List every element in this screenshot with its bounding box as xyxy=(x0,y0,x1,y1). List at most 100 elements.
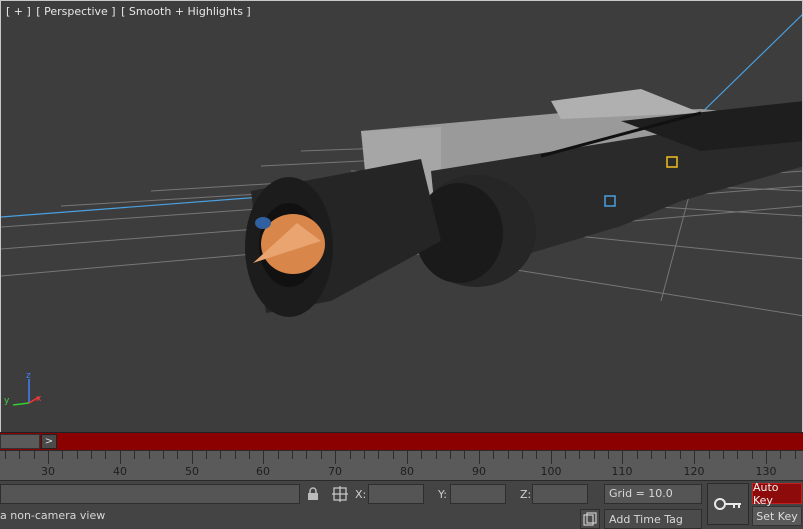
time-tag-icon[interactable] xyxy=(580,509,600,529)
ruler-tick xyxy=(551,451,552,464)
ruler-tick xyxy=(421,451,422,459)
ruler-tick xyxy=(163,451,164,459)
axis-y-label: y xyxy=(4,396,10,406)
absolute-relative-toggle-icon[interactable] xyxy=(330,485,350,503)
add-time-tag-button[interactable]: Add Time Tag xyxy=(604,509,702,529)
ruler-tick xyxy=(120,451,121,464)
ruler-tick xyxy=(34,451,35,459)
ruler-tick xyxy=(622,451,623,464)
axis-tripod: z x y xyxy=(4,371,42,406)
viewport-label: [ + ] [ Perspective ] [ Smooth + Highlig… xyxy=(6,5,253,18)
ruler-tick xyxy=(192,451,193,464)
ruler-tick xyxy=(5,451,6,459)
ruler-tick xyxy=(62,451,63,459)
z-coord-field[interactable] xyxy=(532,484,588,504)
ruler-tick xyxy=(522,451,523,459)
ruler-tick xyxy=(306,451,307,459)
ruler-tick xyxy=(694,451,695,464)
y-coord-label: Y: xyxy=(438,488,447,501)
x-coord-label: X: xyxy=(355,488,367,501)
ruler-tick xyxy=(292,451,293,459)
selection-lock-icon[interactable] xyxy=(304,485,322,503)
viewport-view-menu[interactable]: [ Perspective ] xyxy=(36,5,115,18)
viewport-shading-menu[interactable]: [ Smooth + Highlights ] xyxy=(121,5,251,18)
ruler-tick xyxy=(795,451,796,459)
ruler-tick xyxy=(321,451,322,459)
ruler-tick xyxy=(378,451,379,459)
viewport-plus-menu[interactable]: [ + ] xyxy=(6,5,31,18)
ruler-tick xyxy=(594,451,595,459)
ruler-tick xyxy=(278,451,279,459)
ruler-tick xyxy=(651,451,652,459)
auto-key-button[interactable]: Auto Key xyxy=(752,481,802,507)
ruler-tick xyxy=(680,451,681,459)
status-prompt: a non-camera view xyxy=(0,509,106,522)
ruler-tick xyxy=(335,451,336,464)
y-coord-field[interactable] xyxy=(450,484,506,504)
maxscript-listener-field[interactable] xyxy=(0,484,300,504)
ruler-tick xyxy=(565,451,566,459)
ruler-tick xyxy=(350,451,351,459)
ruler-tick xyxy=(637,451,638,459)
ruler-tick xyxy=(737,451,738,459)
key-icon xyxy=(714,498,741,510)
ruler-tick xyxy=(493,451,494,459)
perspective-viewport[interactable]: z x y [ + ] [ Perspective ] [ Smooth + H… xyxy=(0,0,803,432)
ruler-tick xyxy=(105,451,106,459)
ruler-label: 50 xyxy=(185,465,199,478)
ruler-tick xyxy=(19,451,20,459)
ruler-tick xyxy=(752,451,753,459)
ruler-label: 60 xyxy=(256,465,270,478)
grid-size-display: Grid = 10.0 xyxy=(604,484,702,504)
status-bar: X: Y: Z: Grid = 10.0 Auto Key Set Key a … xyxy=(0,480,803,529)
ruler-label: 100 xyxy=(540,465,562,478)
ruler-tick xyxy=(464,451,465,459)
ruler-tick xyxy=(579,451,580,459)
time-slider-thumb[interactable] xyxy=(0,434,40,449)
set-key-button[interactable]: Set Key xyxy=(752,506,802,526)
ruler-tick xyxy=(77,451,78,459)
axis-x-label: x xyxy=(36,394,42,404)
ruler-label: 120 xyxy=(683,465,705,478)
z-coord-label: Z: xyxy=(520,488,532,501)
ruler-tick xyxy=(91,451,92,459)
ruler-tick xyxy=(608,451,609,459)
ruler-tick xyxy=(536,451,537,459)
ruler-tick xyxy=(134,451,135,459)
ruler-tick xyxy=(723,451,724,459)
ruler-tick xyxy=(766,451,767,464)
ruler-tick xyxy=(177,451,178,459)
ruler-label: 110 xyxy=(611,465,633,478)
ruler-label: 70 xyxy=(328,465,342,478)
ruler-tick xyxy=(149,451,150,459)
ruler-label: 130 xyxy=(755,465,777,478)
time-slider[interactable]: > xyxy=(0,432,803,450)
ruler-tick xyxy=(665,451,666,459)
ruler-label: 90 xyxy=(472,465,486,478)
ruler-label: 80 xyxy=(400,465,414,478)
ruler-tick xyxy=(263,451,264,464)
selection-line-left xyxy=(1,196,262,218)
ruler-label: 40 xyxy=(113,465,127,478)
ruler-tick xyxy=(436,451,437,459)
ruler-tick xyxy=(407,451,408,464)
set-key-mode-button[interactable] xyxy=(707,483,749,525)
ruler-tick xyxy=(364,451,365,459)
ruler-tick xyxy=(206,451,207,459)
scene-render: z x y xyxy=(1,14,802,406)
ruler-tick xyxy=(48,451,49,464)
ruler-tick xyxy=(508,451,509,459)
ruler-tick xyxy=(249,451,250,459)
ruler-tick xyxy=(479,451,480,464)
ruler-tick xyxy=(393,451,394,459)
x-coord-field[interactable] xyxy=(368,484,424,504)
ruler-label: 30 xyxy=(41,465,55,478)
ruler-tick xyxy=(709,451,710,459)
ruler-tick xyxy=(780,451,781,459)
ruler-tick xyxy=(235,451,236,459)
ruler-tick xyxy=(450,451,451,459)
track-bar[interactable]: 30 40 50 60 70 80 90 100 110 120 130 xyxy=(0,450,803,480)
time-next-button[interactable]: > xyxy=(41,434,57,449)
axis-z-label: z xyxy=(26,371,31,381)
ruler-tick xyxy=(220,451,221,459)
